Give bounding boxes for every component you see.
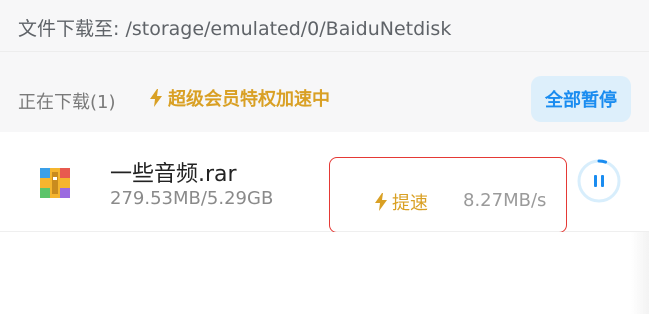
lightning-bolt-icon	[150, 89, 162, 107]
pause-all-button[interactable]: 全部暂停	[531, 76, 631, 122]
pause-download-button[interactable]	[576, 158, 622, 204]
empty-list-area	[0, 232, 649, 314]
edge-shadow	[631, 232, 649, 314]
download-path-label: 文件下载至: /storage/emulated/0/BaiduNetdisk	[18, 18, 452, 40]
download-manager: 文件下载至: /storage/emulated/0/BaiduNetdisk …	[0, 0, 649, 314]
vip-acceleration-promo[interactable]: 超级会员特权加速中	[150, 85, 330, 111]
download-path-bar: 文件下载至: /storage/emulated/0/BaiduNetdisk	[0, 0, 649, 52]
speed-boost-button[interactable]: 提速	[375, 189, 428, 215]
lightning-bolt-icon	[375, 193, 387, 211]
download-speed: 8.27MB/s	[463, 190, 547, 211]
downloading-status-row: 正在下载(1) 超级会员特权加速中 全部暂停	[0, 52, 649, 132]
pause-icon	[594, 175, 604, 187]
vip-promo-label: 超级会员特权加速中	[168, 89, 330, 110]
boost-label: 提速	[392, 193, 428, 214]
file-name: 一些音频.rar	[110, 162, 237, 187]
file-progress-text: 279.53MB/5.29GB	[110, 188, 274, 209]
downloading-count-label: 正在下载(1)	[18, 92, 116, 113]
archive-file-icon	[40, 168, 70, 198]
download-list-item[interactable]: 一些音频.rar 279.53MB/5.29GB 提速 8.27MB/s	[0, 132, 649, 233]
